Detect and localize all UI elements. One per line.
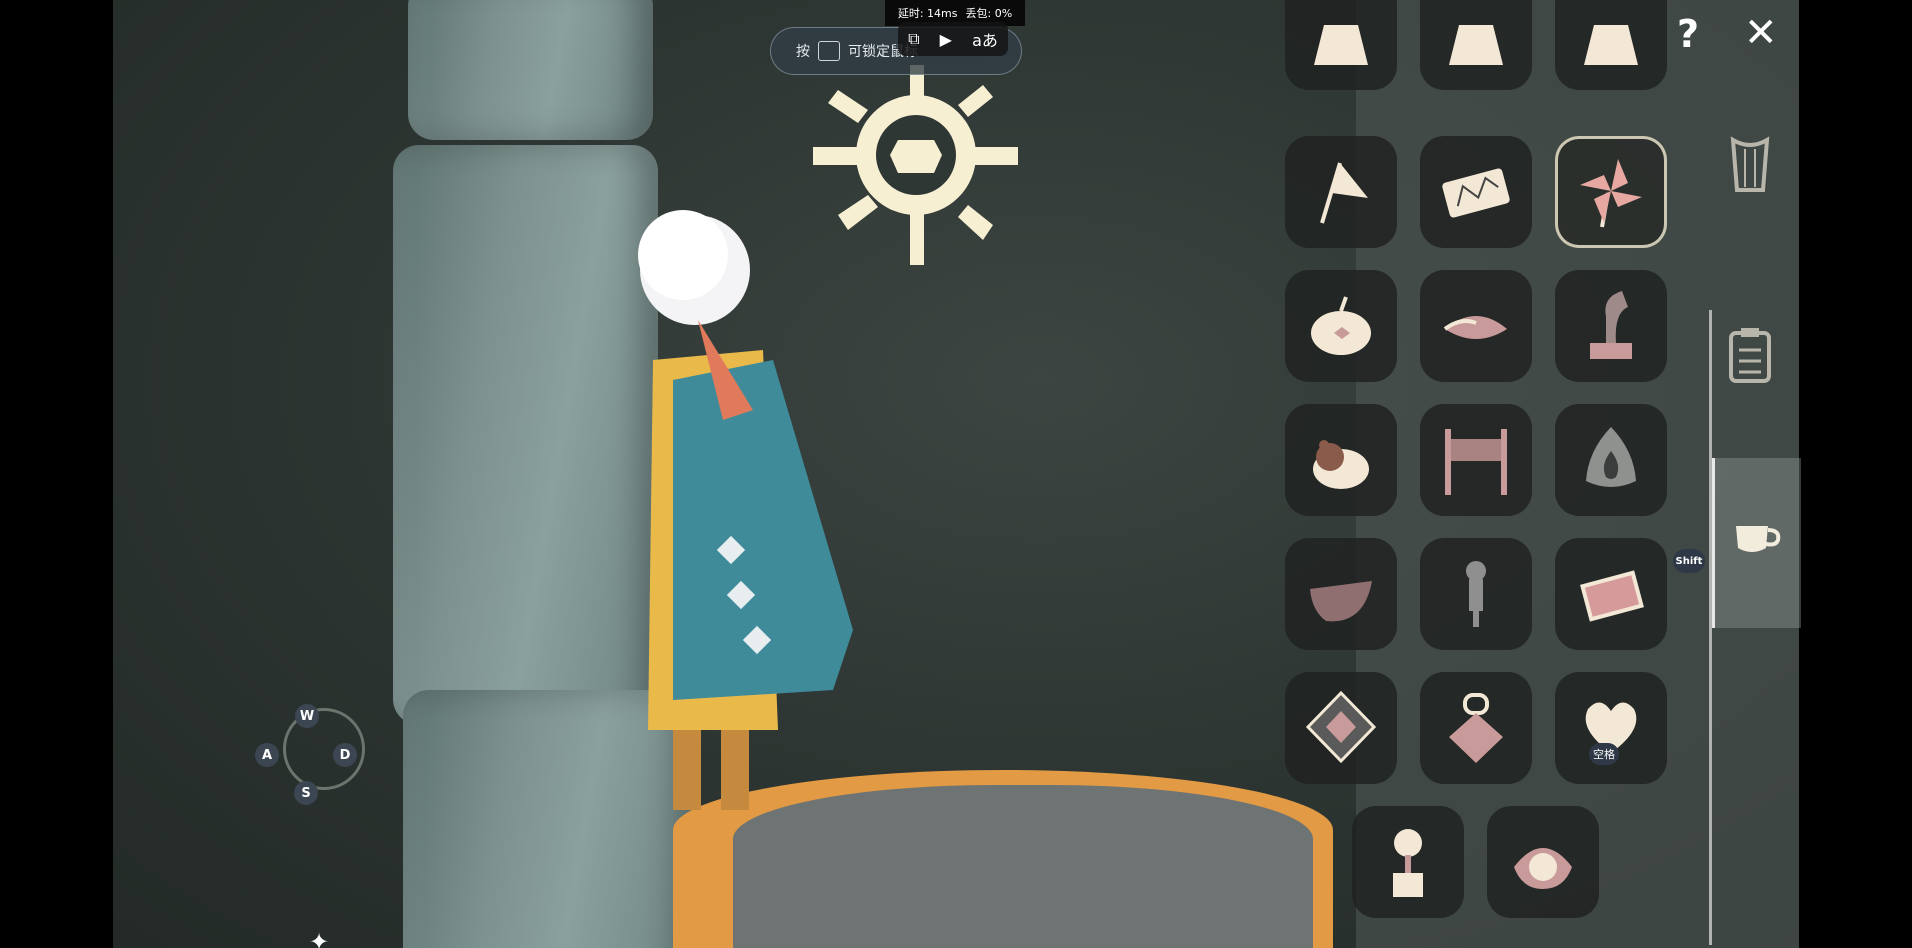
close-icon[interactable]: ✕ [1744, 10, 1778, 56]
rug-icon [1580, 570, 1644, 622]
item-slot-bear[interactable] [1285, 404, 1397, 516]
translate-icon[interactable]: aあ [972, 27, 998, 51]
cushion-icon [1443, 316, 1507, 339]
flame-stone-icon [1586, 427, 1636, 487]
pinwheel-icon [1580, 159, 1642, 228]
diamond-lamp-icon [1305, 690, 1377, 764]
teacup-icon [1736, 526, 1781, 552]
item-slot-lantern[interactable] [1420, 672, 1532, 784]
constellation-mat-icon [1442, 168, 1510, 218]
hammock-icon [1310, 581, 1372, 622]
item-slot-rug[interactable] [1555, 538, 1667, 650]
gramophone-icon [1590, 291, 1632, 359]
key-d[interactable]: D [333, 743, 357, 767]
question-icon[interactable]: ? [1677, 12, 1699, 56]
space-badge: 空格 [1589, 743, 1619, 765]
shift-badge: Shift [1673, 549, 1705, 573]
tent-icon [1584, 25, 1638, 65]
harp-tab[interactable] [1725, 135, 1775, 195]
stream-toolbar: ⧉ ▶ aあ [898, 22, 1008, 56]
tent-icon [1449, 25, 1503, 65]
clipboard-tab[interactable] [1725, 325, 1775, 385]
clam-pearl-icon [1514, 848, 1572, 889]
shrink-window-icon[interactable]: ⧉ [908, 29, 919, 49]
item-slot-banner-gate[interactable] [1420, 404, 1532, 516]
item-slot-pumpkin[interactable] [1285, 270, 1397, 382]
player-character [638, 210, 853, 810]
record-icon[interactable]: ▶ [940, 30, 952, 49]
tent-icon [1314, 25, 1368, 65]
item-slot-flame-stone[interactable] [1555, 404, 1667, 516]
item-slot-rose-pot[interactable] [1352, 806, 1464, 918]
flag-icon [1320, 162, 1368, 224]
key-s[interactable]: S [294, 781, 318, 805]
latency-label: 延时: 14ms [897, 7, 958, 20]
item-slot-gramophone[interactable] [1555, 270, 1667, 382]
clipboard-icon [1729, 328, 1771, 383]
pumpkin-icon [1311, 296, 1371, 355]
training-dummy-icon [1466, 561, 1486, 627]
star-icon: ✦ [309, 928, 330, 948]
item-slot-cushion[interactable] [1420, 270, 1532, 382]
banner-gate-icon [1445, 429, 1507, 495]
item-slot-tent[interactable] [1555, 0, 1667, 90]
rose-pot-icon [1393, 829, 1423, 897]
key-icon [818, 41, 840, 61]
item-slot-tent[interactable] [1420, 0, 1532, 90]
item-slot-heart-balloon[interactable] [1555, 672, 1667, 784]
key-a[interactable]: A [255, 743, 279, 767]
item-slot-hammock[interactable] [1285, 538, 1397, 650]
item-slot-constellation-mat[interactable] [1420, 136, 1532, 248]
item-slot-pinwheel[interactable] [1555, 136, 1667, 248]
harp-icon [1730, 136, 1770, 192]
item-slot-flag[interactable] [1285, 136, 1397, 248]
item-slot-training-dummy[interactable] [1420, 538, 1532, 650]
teacup-tab[interactable] [1712, 458, 1801, 628]
item-slot-diamond-lamp[interactable] [1285, 672, 1397, 784]
panel-scrollbar[interactable] [1709, 310, 1712, 945]
bear-icon [1313, 440, 1369, 489]
item-slot-tent[interactable] [1285, 0, 1397, 90]
lantern-icon [1449, 693, 1503, 763]
tip-prefix: 按 [796, 44, 810, 60]
key-w[interactable]: W [295, 704, 319, 728]
loss-label: 丢包: 0% [965, 7, 1013, 20]
item-slot-clam-pearl[interactable] [1487, 806, 1599, 918]
